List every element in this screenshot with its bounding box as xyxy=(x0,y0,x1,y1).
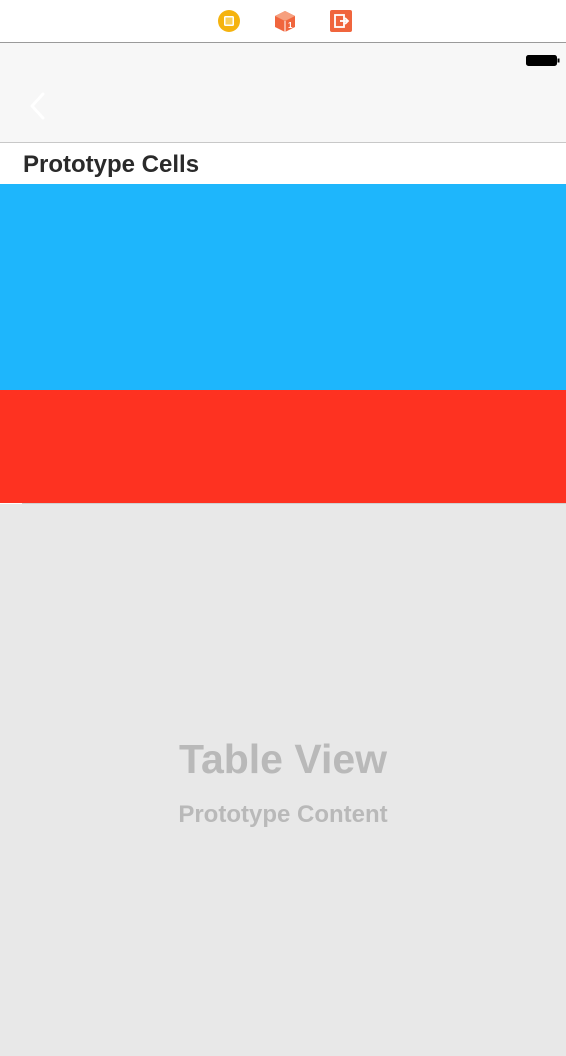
placeholder-title: Table View xyxy=(178,736,388,782)
section-title: Prototype Cells xyxy=(23,151,200,178)
prototype-cell-blue[interactable] xyxy=(0,184,566,390)
chevron-left-icon[interactable] xyxy=(28,91,48,121)
battery-icon xyxy=(526,55,560,66)
section-header: Prototype Cells xyxy=(0,143,566,184)
scene-dock: 1 xyxy=(0,0,566,42)
first-responder-icon[interactable]: 1 xyxy=(273,9,297,33)
view-controller-icon[interactable] xyxy=(217,9,241,33)
prototype-cell-red[interactable] xyxy=(0,390,566,503)
placeholder-subtitle: Prototype Content xyxy=(178,801,388,828)
svg-text:1: 1 xyxy=(288,21,293,30)
exit-icon[interactable] xyxy=(329,9,353,33)
navigation-bar xyxy=(0,43,566,142)
table-view-placeholder[interactable]: Table View Prototype Content xyxy=(0,504,566,1056)
